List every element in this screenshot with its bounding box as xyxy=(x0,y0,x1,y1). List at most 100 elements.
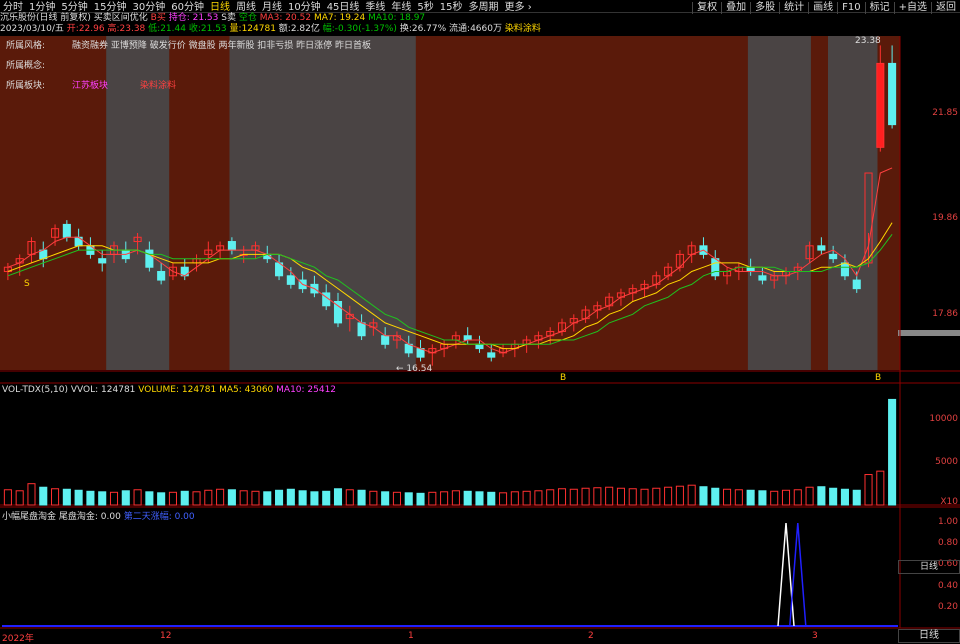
sector-label: 所属板块: xyxy=(6,81,46,91)
volume-bar xyxy=(805,486,814,506)
volume-bar xyxy=(322,490,331,506)
volume-bar xyxy=(192,491,201,506)
candle-body xyxy=(876,62,885,148)
ind-header: 小幅尾盘淘金 尾盘淘金: 0.00 第二天涨幅: 0.00 xyxy=(2,509,195,522)
buy-marker-1: B xyxy=(560,373,567,383)
price-cursor-bar xyxy=(898,330,960,336)
volume-bar xyxy=(510,491,519,506)
volume-bar xyxy=(463,490,472,506)
volume-bar xyxy=(616,487,625,506)
candle-body xyxy=(227,241,236,251)
vvol-value: VVOL: 124781 xyxy=(70,385,136,395)
volume-bar xyxy=(451,490,460,506)
volume-bar xyxy=(133,489,142,506)
volume-bar xyxy=(499,492,508,506)
vol-ma10-value: MA10: 25412 xyxy=(276,385,337,395)
volume-bar xyxy=(39,486,48,506)
volume-bar xyxy=(168,491,177,506)
volume-bar xyxy=(840,488,849,506)
volume-bar xyxy=(888,398,897,506)
ind-title[interactable]: 小幅尾盘淘金 xyxy=(2,512,56,522)
volume-bar xyxy=(263,491,272,506)
volume-bar xyxy=(687,484,696,506)
grey-zone-3 xyxy=(828,36,878,370)
volume-bar xyxy=(557,488,567,506)
candle-body xyxy=(817,245,826,251)
price-tick-2: 19.86 xyxy=(932,213,958,223)
volume-bar xyxy=(157,492,166,506)
period-switch-bottom[interactable]: 日线 xyxy=(898,629,960,643)
volume-bar xyxy=(298,490,307,506)
price-tick-3: 17.86 xyxy=(932,309,958,319)
volume-bar xyxy=(216,488,225,506)
volume-bar xyxy=(251,490,260,506)
date-label-2022: 2022年 xyxy=(2,634,34,644)
candle-body xyxy=(463,335,472,341)
candle-body xyxy=(381,335,390,345)
volume-bar xyxy=(664,486,673,506)
volume-bar xyxy=(475,491,484,506)
style-value: 融资融券 亚博预降 破发行价 微盘股 两年新股 扣非亏损 昨日涨停 昨日首板 xyxy=(72,41,372,51)
volume-bar xyxy=(416,492,425,506)
volume-bar xyxy=(581,487,590,506)
ind-value: 尾盘淘金: 0.00 xyxy=(58,512,121,522)
date-label-12: 12 xyxy=(160,631,172,641)
candle-body xyxy=(62,223,71,238)
volume-bar xyxy=(74,489,83,506)
volume-bar xyxy=(310,491,319,506)
volume-bar xyxy=(357,489,366,506)
buy-marker-2: B xyxy=(875,373,882,383)
volume-bar xyxy=(98,491,107,506)
volume-bar xyxy=(404,492,413,506)
volume-bar xyxy=(286,488,295,506)
volume-bar xyxy=(546,489,555,506)
volume-bar xyxy=(227,489,236,506)
volume-bar xyxy=(864,474,873,506)
vol-title[interactable]: VOL-TDX(5,10) xyxy=(2,385,68,395)
volume-bar xyxy=(109,491,119,506)
candle-body xyxy=(888,62,897,126)
grey-zone-2 xyxy=(747,36,811,370)
ind-tick-1: 1.00 xyxy=(937,517,958,527)
candle-body xyxy=(487,352,496,358)
volume-bar xyxy=(605,486,614,506)
ind-tick-4: 0.40 xyxy=(937,581,958,591)
candle-body xyxy=(758,275,767,281)
candle-body xyxy=(333,300,343,324)
kline-chart[interactable] xyxy=(0,0,960,643)
volume-bar xyxy=(392,491,401,506)
concept-label: 所属概念: xyxy=(6,61,46,71)
volume-bar xyxy=(86,490,95,506)
vol-header: VOL-TDX(5,10) VVOL: 124781 VOLUME: 12478… xyxy=(2,385,336,395)
candle-body xyxy=(475,343,484,350)
candle-body xyxy=(357,322,366,337)
volume-bar xyxy=(734,489,743,506)
volume-bar xyxy=(628,488,637,506)
candle-body xyxy=(98,258,107,264)
vol-unit: X10 xyxy=(940,497,958,507)
sell-marker: S xyxy=(24,279,30,289)
volume-bar xyxy=(711,487,720,506)
sector-extra[interactable]: 染料涂料 xyxy=(140,78,176,91)
volume-value: VOLUME: 124781 xyxy=(138,385,217,395)
volume-bar xyxy=(239,490,248,506)
volume-bar xyxy=(829,487,838,506)
volume-bar xyxy=(652,487,661,506)
high-price-label: 23.38 xyxy=(855,36,881,46)
volume-bar xyxy=(640,488,649,506)
volume-bar xyxy=(27,483,36,506)
sector-value[interactable]: 江苏板块 xyxy=(72,78,108,91)
volume-bar xyxy=(593,487,602,506)
candle-body xyxy=(840,262,849,277)
date-label-3: 3 xyxy=(812,631,818,641)
candle-body xyxy=(157,271,166,281)
volume-bar xyxy=(876,470,885,506)
volume-bar xyxy=(781,489,791,506)
vol-tick-1: 10000 xyxy=(929,414,958,424)
candle-body xyxy=(746,266,755,273)
ind-value-2: 第二天涨幅: 0.00 xyxy=(123,512,195,522)
candle-body xyxy=(852,279,861,290)
vol-tick-2: 5000 xyxy=(935,457,958,467)
period-switch-top[interactable]: 日线 xyxy=(898,560,960,574)
volume-bar xyxy=(381,491,390,506)
